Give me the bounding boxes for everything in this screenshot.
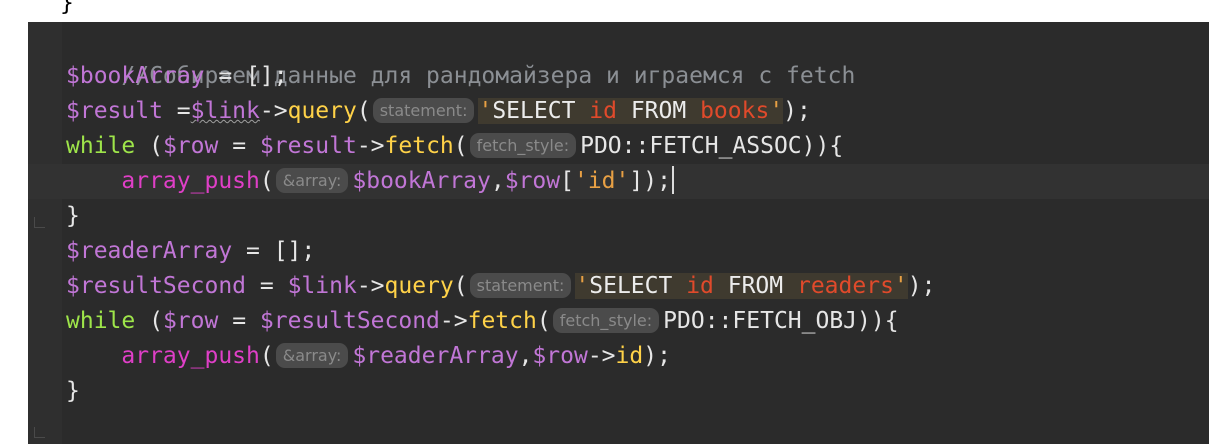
paren: ( bbox=[259, 168, 274, 194]
parameter-hint: fetch_style: bbox=[469, 133, 577, 158]
quote: ' bbox=[769, 98, 784, 124]
editor-gutter bbox=[28, 22, 62, 444]
arrow-operator: -> bbox=[356, 273, 385, 299]
variable: $row bbox=[162, 308, 219, 334]
parameter-hint: statement: bbox=[469, 273, 572, 298]
code-text: ); bbox=[783, 98, 811, 124]
paren: ( bbox=[356, 98, 371, 124]
fold-marker-icon[interactable] bbox=[34, 217, 45, 228]
closing-brace-fragment: } bbox=[60, 0, 74, 16]
paren: ( bbox=[135, 133, 163, 159]
variable-warning: $link bbox=[190, 98, 260, 124]
variable: $link bbox=[287, 273, 357, 299]
paren: ( bbox=[536, 308, 551, 334]
arrow-operator: -> bbox=[259, 98, 288, 124]
variable: $result bbox=[66, 98, 163, 124]
variable: $row bbox=[504, 168, 561, 194]
variable: $row bbox=[162, 133, 219, 159]
method-name: query bbox=[287, 98, 357, 124]
quote: ' bbox=[575, 273, 590, 299]
sql-keyword: SELECT bbox=[492, 98, 590, 124]
string-literal: 'id' bbox=[573, 168, 630, 194]
paren: ( bbox=[453, 133, 468, 159]
function-name: array_push bbox=[121, 168, 260, 194]
paren: ( bbox=[453, 273, 468, 299]
code-line-5-current[interactable]: array_push(&array: $bookArray,$row['id'])… bbox=[28, 164, 1209, 199]
variable: $readerArray bbox=[66, 238, 233, 264]
closing-brace: } bbox=[66, 378, 80, 404]
code-line-6[interactable]: } bbox=[66, 199, 80, 234]
paren: ( bbox=[259, 343, 274, 369]
operator: = bbox=[162, 98, 191, 124]
quote: ' bbox=[478, 98, 493, 124]
comma: , bbox=[518, 343, 533, 369]
sql-table: readers bbox=[796, 273, 894, 299]
keyword: while bbox=[66, 133, 136, 159]
parameter-hint: fetch_style: bbox=[552, 308, 660, 333]
method-name: query bbox=[384, 273, 454, 299]
bracket: [ bbox=[560, 168, 574, 194]
previous-line-fragment: } bbox=[60, 0, 74, 22]
code-text: )){ bbox=[801, 133, 844, 159]
variable: $bookArray bbox=[66, 63, 205, 89]
arrow-operator: -> bbox=[439, 308, 468, 334]
code-line-3[interactable]: $result =$link->query(statement: 'SELECT … bbox=[66, 94, 811, 129]
property-name: id bbox=[615, 343, 644, 369]
arrow-operator: -> bbox=[356, 133, 385, 159]
sql-keyword: FROM bbox=[616, 98, 701, 124]
quote: ' bbox=[893, 273, 908, 299]
code-text: ); bbox=[907, 273, 936, 299]
code-line-7[interactable]: $readerArray = []; bbox=[66, 234, 315, 269]
code-text: )){ bbox=[857, 308, 899, 334]
code-text: ]); bbox=[629, 168, 671, 194]
variable: $resultSecond bbox=[259, 308, 440, 334]
fold-marker-icon[interactable] bbox=[34, 427, 45, 438]
sql-table: books bbox=[700, 98, 770, 124]
closing-brace: } bbox=[66, 203, 80, 229]
text-caret bbox=[671, 166, 674, 194]
function-name: array_push bbox=[121, 343, 260, 369]
method-name: fetch bbox=[467, 308, 537, 334]
sql-column: id bbox=[686, 273, 714, 299]
variable: $row bbox=[532, 343, 588, 369]
sql-keyword: SELECT bbox=[589, 273, 687, 299]
code-line-11[interactable]: } bbox=[66, 374, 80, 409]
code-line-4[interactable]: while ($row = $result->fetch(fetch_style… bbox=[66, 129, 843, 164]
variable: $bookArray bbox=[352, 168, 491, 194]
variable: $resultSecond bbox=[66, 273, 247, 299]
paren: ( bbox=[135, 308, 163, 334]
sql-column: id bbox=[589, 98, 617, 124]
code-text: ); bbox=[643, 343, 671, 369]
operator: = bbox=[218, 308, 260, 334]
variable: $result bbox=[259, 133, 357, 159]
parameter-hint: &array: bbox=[275, 168, 349, 193]
keyword: while bbox=[66, 308, 136, 334]
sql-keyword: FROM bbox=[713, 273, 797, 299]
arrow-operator: -> bbox=[587, 343, 616, 369]
parameter-hint: statement: bbox=[372, 98, 475, 123]
parameter-hint: &array: bbox=[275, 343, 349, 368]
operator: = bbox=[246, 273, 288, 299]
code-text: = []; bbox=[232, 238, 316, 264]
comma: , bbox=[490, 168, 505, 194]
code-line-2[interactable]: $bookArray = []; bbox=[66, 59, 288, 94]
constant: PDO::FETCH_ASSOC bbox=[580, 133, 802, 159]
code-line-10[interactable]: array_push(&array: $readerArray,$row->id)… bbox=[66, 339, 671, 374]
operator: = bbox=[218, 133, 260, 159]
variable: $readerArray bbox=[352, 343, 519, 369]
constant: PDO::FETCH_OBJ bbox=[663, 308, 858, 334]
code-line-1[interactable]: //Собираем данные для рандомайзера и игр… bbox=[66, 24, 855, 89]
code-editor[interactable]: //Собираем данные для рандомайзера и игр… bbox=[28, 22, 1209, 444]
code-line-9[interactable]: while ($row = $resultSecond->fetch(fetch… bbox=[66, 304, 899, 339]
method-name: fetch bbox=[384, 133, 454, 159]
code-text: = []; bbox=[204, 63, 288, 89]
code-line-8[interactable]: $resultSecond = $link->query(statement: '… bbox=[66, 269, 935, 304]
